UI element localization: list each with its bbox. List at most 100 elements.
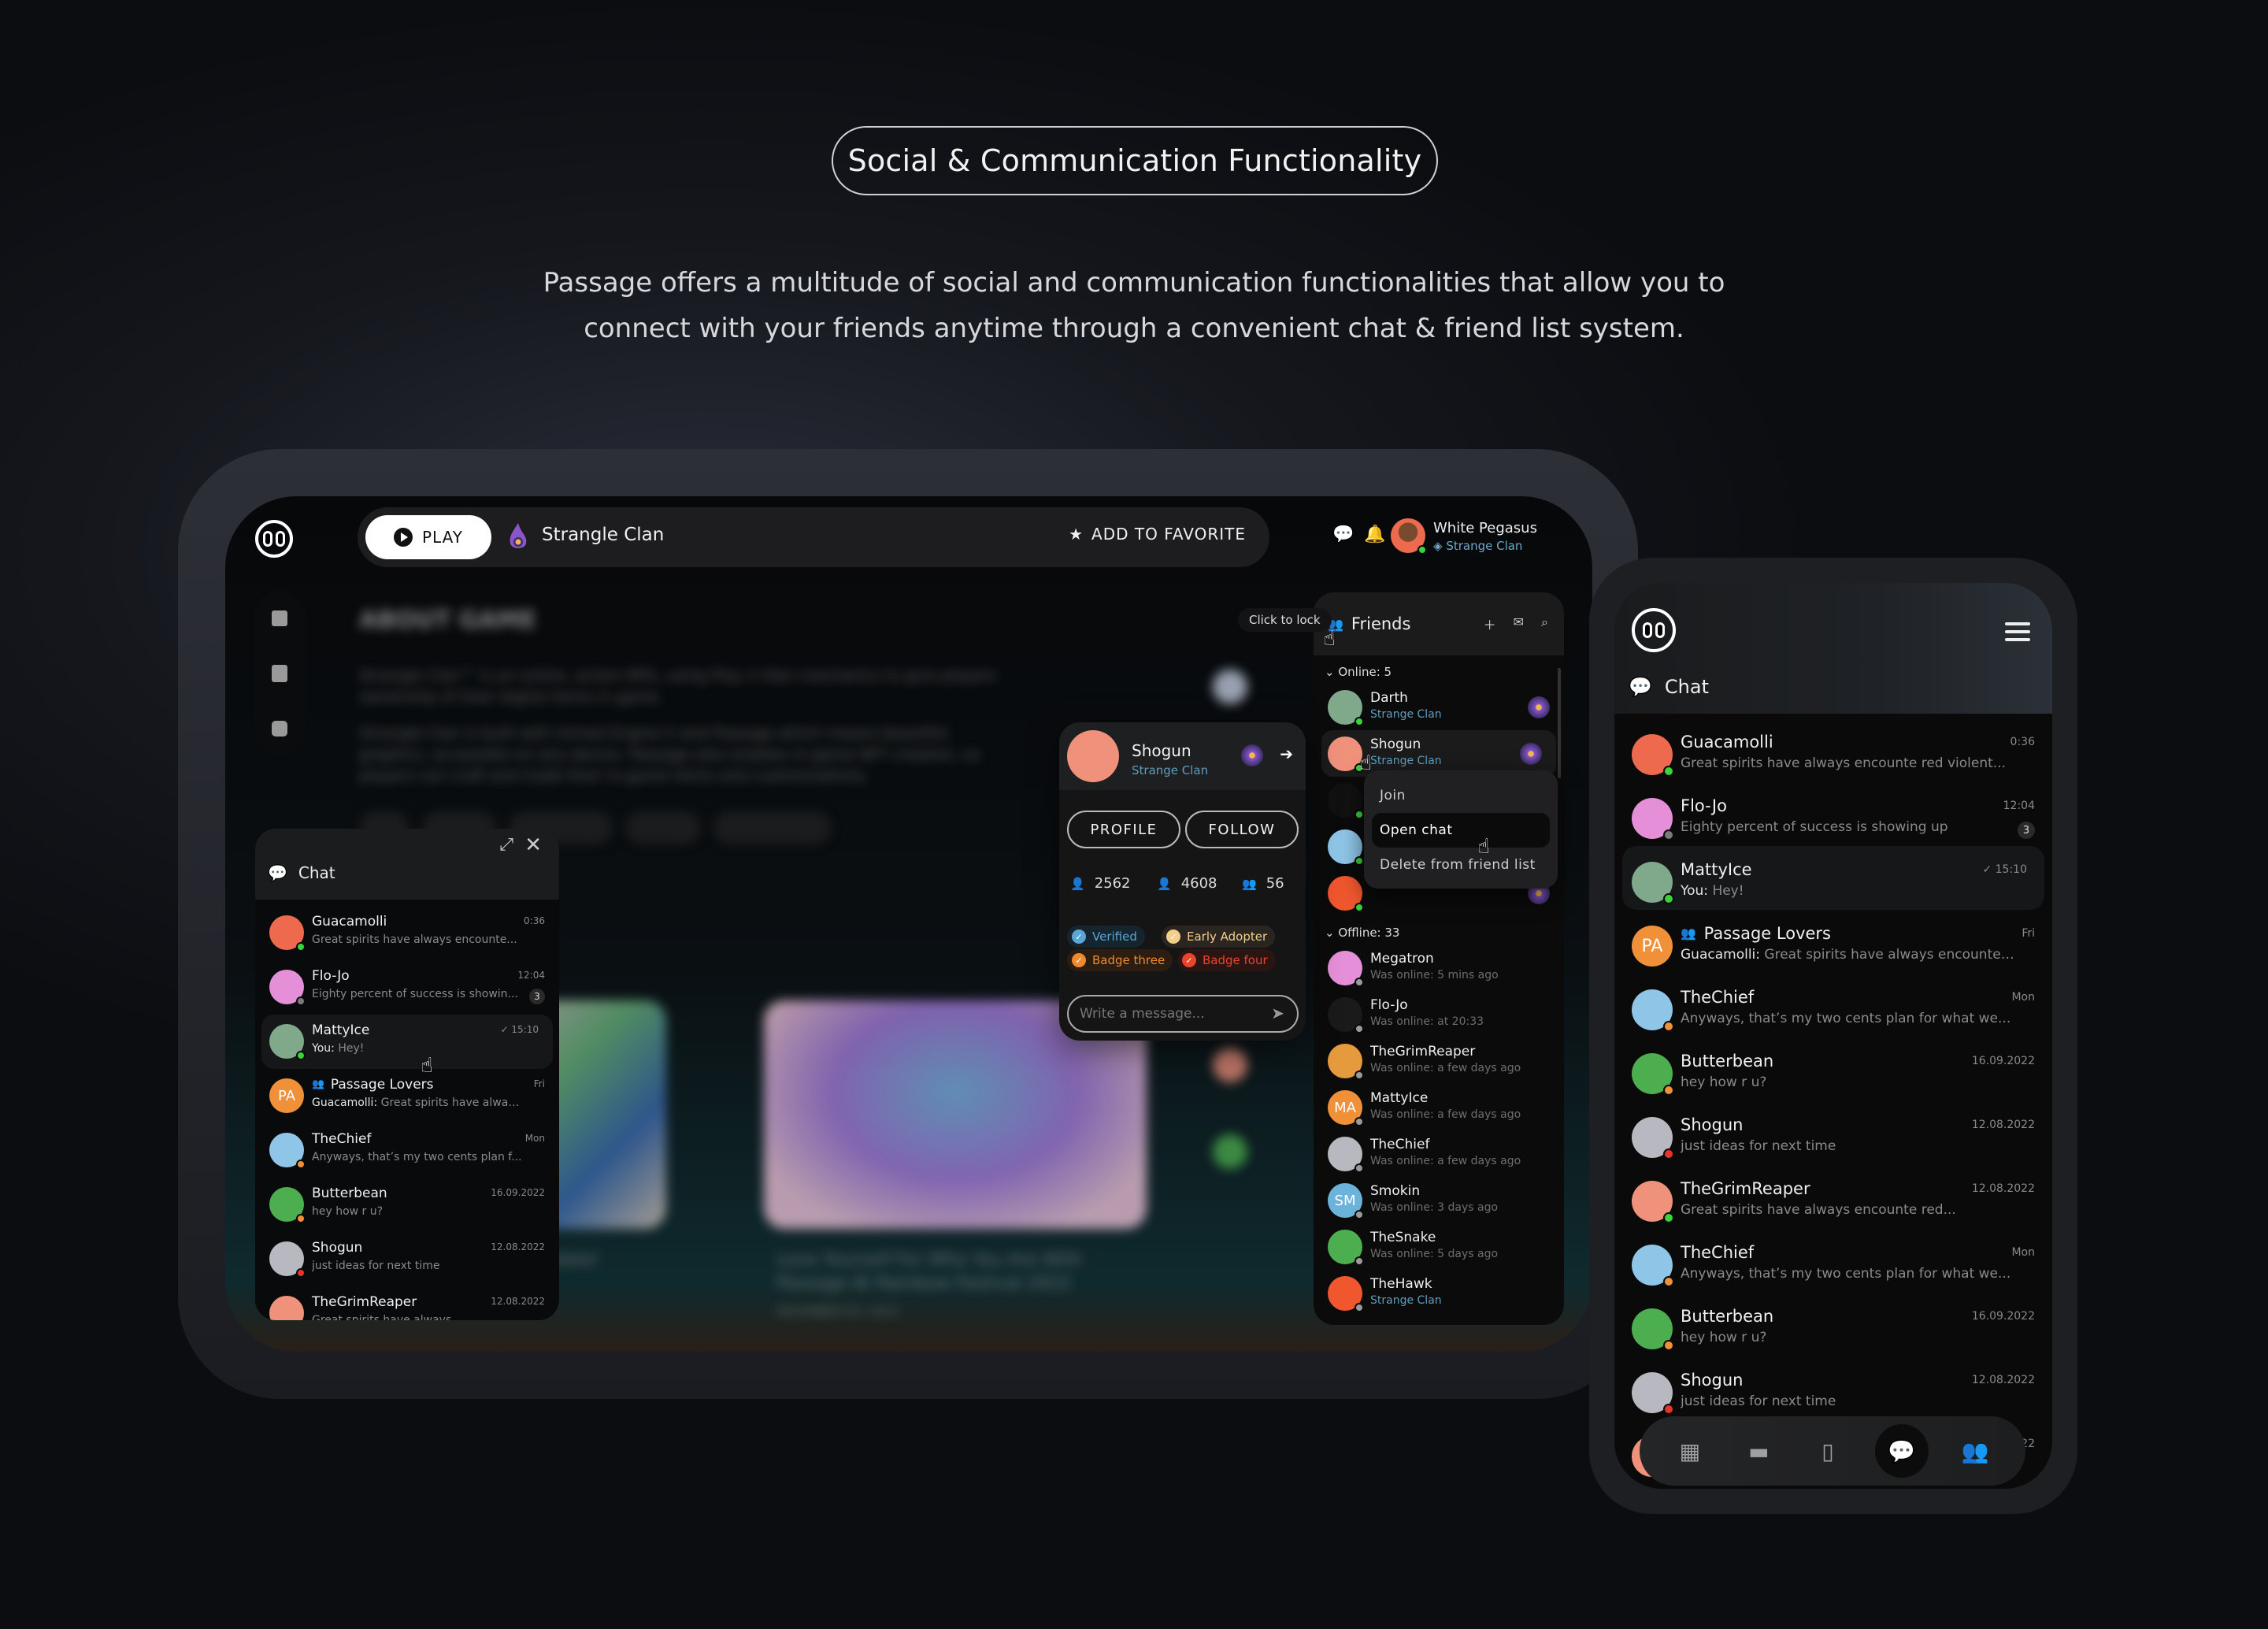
menu-item-delete-friend[interactable]: Delete from friend list xyxy=(1372,848,1550,882)
chat-list-item[interactable]: Flo-Jo Eighty percent of success is show… xyxy=(255,960,559,1015)
message-time: Mon xyxy=(524,1133,545,1144)
add-to-favorite-button[interactable]: ★ ADD TO FAVORITE xyxy=(1069,525,1246,544)
friends-icon[interactable]: 👥 xyxy=(1953,1429,1997,1473)
cards-icon[interactable]: ▯ xyxy=(1806,1429,1850,1473)
friend-context-menu: Join Open chat Delete from friend list xyxy=(1364,770,1558,889)
status-dot xyxy=(296,1268,306,1278)
message-sender: You: xyxy=(312,1042,335,1055)
friend-avatar xyxy=(1328,737,1364,773)
pointer-cursor-icon: ☝ xyxy=(1323,627,1336,651)
friend-status-text: Was online: a few days ago xyxy=(1370,1108,1521,1121)
notifications-bell-icon[interactable]: 🔔 xyxy=(1364,525,1385,545)
grid-icon[interactable] xyxy=(272,610,287,626)
profile-button[interactable]: PROFILE xyxy=(1067,811,1180,848)
friend-item[interactable]: TheChief Was online: a few days ago xyxy=(1314,1130,1564,1177)
friend-item[interactable]: Megatron Was online: 5 mins ago xyxy=(1314,944,1564,991)
messages-icon[interactable]: 💬 xyxy=(1332,525,1354,545)
search-icon[interactable]: ⌕ xyxy=(1541,614,1548,633)
hamburger-menu-icon[interactable] xyxy=(2005,622,2030,641)
chat-contact-name: Shogun xyxy=(1681,1371,1744,1390)
friends-panel: 👥 Friends ＋ ✉ ⌕ ⌄ Online: 5 Darth Strange… xyxy=(1314,592,1564,1325)
chat-list-item[interactable]: PA 👥 Passage Lovers Guacamolli: Great spiri… xyxy=(255,1069,559,1123)
friend-requests-icon[interactable]: ✉ xyxy=(1514,614,1524,633)
badge-chip[interactable]: ✓ Verified xyxy=(1067,926,1145,948)
chat-list-item[interactable]: TheChief Anyways, that’s my two cents pl… xyxy=(1614,1229,2052,1293)
chat-list-item[interactable]: MattyIce You: Hey! ✓ 15:10 xyxy=(261,1015,553,1069)
passage-logo-icon[interactable] xyxy=(255,520,293,558)
status-dot xyxy=(296,1214,306,1223)
chat-contact-name: Butterbean xyxy=(1681,1307,1774,1326)
message-preview: just ideas for next time xyxy=(1681,1138,1836,1154)
user-clan[interactable]: ◈ Strange Clan xyxy=(1433,539,1522,553)
message-preview: Great spirits have always encounte red..… xyxy=(1681,1202,1956,1218)
chat-list-item[interactable]: TheGrimReaper Great spirits have always … xyxy=(1614,1165,2052,1229)
status-dot xyxy=(1354,1256,1364,1266)
message-input[interactable]: Write a message... ➤ xyxy=(1067,995,1299,1033)
friend-item[interactable]: MA MattyIce Was online: a few days ago xyxy=(1314,1084,1564,1130)
friend-name: Flo-Jo xyxy=(1370,997,1408,1013)
friend-item[interactable]: TheGrimReaper Was online: a few days ago xyxy=(1314,1037,1564,1084)
online-section-toggle[interactable]: ⌄ Online: 5 xyxy=(1314,655,1564,684)
play-button[interactable]: PLAY xyxy=(365,515,491,559)
status-dot xyxy=(296,996,306,1006)
chat-list-item[interactable]: TheChief Anyways, that’s my two cents pl… xyxy=(255,1123,559,1178)
friend-item[interactable]: SM Smokin Was online: 3 days ago xyxy=(1314,1177,1564,1223)
library-icon[interactable] xyxy=(272,664,287,682)
chat-list-item[interactable]: Flo-Jo Eighty percent of success is show… xyxy=(1614,782,2052,846)
chat-list-item[interactable]: TheChief Anyways, that’s my two cents pl… xyxy=(1614,974,2052,1037)
book-icon[interactable]: ▬ xyxy=(1736,1429,1781,1473)
menu-item-open-chat[interactable]: Open chat xyxy=(1372,813,1550,848)
badge-chip[interactable]: ✓ Badge four xyxy=(1177,949,1276,971)
chat-contact-name: Shogun xyxy=(312,1240,363,1256)
chat-list-item[interactable]: Butterbean hey how r u? 16.09.2022 xyxy=(255,1178,559,1232)
chat-list-item[interactable]: Shogun just ideas for next time 12.08.202… xyxy=(255,1232,559,1286)
badge-icon: ✓ xyxy=(1072,930,1086,944)
chat-list-item[interactable]: Butterbean hey how r u? 16.09.2022 xyxy=(1614,1037,2052,1101)
badge-chip[interactable]: ✓ Badge three xyxy=(1067,949,1173,971)
game-title: Strangle Clan xyxy=(542,525,665,545)
chat-avatar xyxy=(269,970,306,1006)
chat-list-item[interactable]: Guacamolli Great spirits have always enc… xyxy=(255,906,559,960)
profile-clan[interactable]: Strange Clan xyxy=(1132,763,1208,777)
arrow-right-circle-icon[interactable]: ➔ xyxy=(1280,744,1293,763)
user-name[interactable]: White Pegasus xyxy=(1433,520,1537,536)
cards-icon[interactable] xyxy=(272,721,287,737)
news-title-2[interactable]: Love Yourself For Who You Are With Passa… xyxy=(776,1249,1107,1296)
friend-item[interactable]: Darth Strange Clan xyxy=(1314,684,1564,730)
message-time: Mon xyxy=(2011,991,2035,1004)
chat-list-item[interactable]: Shogun just ideas for next time 12.08.202… xyxy=(1614,1101,2052,1165)
friends-icon: 👥 xyxy=(1242,876,1257,891)
friends-scrollbar[interactable] xyxy=(1558,668,1561,778)
chat-list-item[interactable]: Guacamolli Great spirits have always enc… xyxy=(1614,718,2052,782)
status-dot xyxy=(1663,1340,1674,1351)
chat-list-item[interactable]: MattyIce You: Hey! ✓ 15:10 xyxy=(1622,846,2044,910)
profile-avatar[interactable] xyxy=(1067,730,1119,782)
offline-section-toggle[interactable]: ⌄ Offline: 33 xyxy=(1314,916,1564,944)
menu-item-join[interactable]: Join xyxy=(1372,778,1550,813)
message-preview: Anyways, that’s my two cents plan f... xyxy=(312,1151,522,1163)
send-icon[interactable]: ➤ xyxy=(1271,1004,1284,1022)
status-dot xyxy=(1354,856,1364,866)
friend-item[interactable]: Flo-Jo Was online: at 20:33 xyxy=(1314,991,1564,1037)
close-icon[interactable]: ✕ xyxy=(524,833,542,857)
friend-item[interactable]: TheSnake Was online: 5 days ago xyxy=(1314,1223,1564,1270)
status-dot xyxy=(1354,1071,1364,1080)
message-time: Mon xyxy=(2011,1246,2035,1259)
pointer-cursor-icon: ☝ xyxy=(1359,751,1372,775)
friend-item[interactable]: TheHawk Strange Clan xyxy=(1314,1270,1564,1316)
follow-button[interactable]: FOLLOW xyxy=(1185,811,1299,848)
badge-label: Early Adopter xyxy=(1187,930,1268,944)
chat-bubble-icon[interactable]: 💬 xyxy=(1874,1424,1929,1478)
chat-list-item[interactable]: TheGrimReaper Great spirits have always.… xyxy=(255,1286,559,1320)
passage-logo-icon[interactable] xyxy=(1632,608,1676,652)
chat-list-item[interactable]: PA 👥 Passage Lovers Guacamolli: Great spiri… xyxy=(1614,910,2052,974)
chat-list-item[interactable]: Butterbean hey how r u? 16.09.2022 xyxy=(1614,1293,2052,1356)
chat-contact-name: TheGrimReaper xyxy=(312,1294,417,1310)
grid-icon[interactable]: ▦ xyxy=(1668,1429,1712,1473)
expand-icon[interactable]: ⤢ xyxy=(499,835,513,855)
chat-list-item[interactable]: Shogun just ideas for next time 12.08.202… xyxy=(1614,1356,2052,1420)
add-friend-icon[interactable]: ＋ xyxy=(1484,614,1496,633)
badge-chip[interactable]: ✓ Early Adopter xyxy=(1162,926,1276,948)
user-avatar[interactable] xyxy=(1391,518,1427,555)
chat-contact-name: TheGrimReaper xyxy=(1681,1179,1810,1198)
